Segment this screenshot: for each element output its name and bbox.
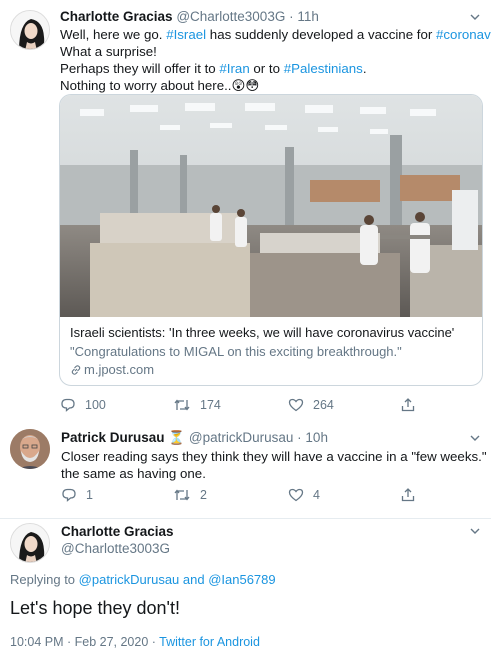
tweet-line: Nothing to worry about here..😲😳 [60,77,491,94]
reply-count: 100 [85,398,106,412]
tweet-focused[interactable]: Charlotte Gracias @Charlotte3003G Replyi… [0,518,491,652]
tweet-text: Closer reading says they think they will… [61,448,491,482]
link-icon [71,365,81,375]
retweet-action[interactable]: 174 [173,397,221,413]
tweet-actions: 1 2 4 [61,487,431,505]
tweet-text: Well, here we go. #Israel has suddenly d… [60,26,491,94]
like-action[interactable]: 4 [288,487,320,503]
author-name[interactable]: Charlotte Gracias [60,9,173,24]
share-action[interactable] [400,487,425,503]
tweet-text-segment: Perhaps they will offer it to [60,61,220,76]
mention-link[interactable]: @patrickDurusau [79,572,180,587]
replying-and: and [179,572,209,587]
tweet-text-segment: What a surprise! [60,44,157,59]
replying-prefix: Replying to [10,572,79,587]
avatar-portrait-icon [11,11,49,49]
like-count: 264 [313,398,334,412]
separator-dot: · [148,635,160,649]
tweet-actions: 100 174 264 [60,397,430,415]
tweet-line: What a surprise! [60,43,491,60]
heart-icon [288,488,304,502]
tweet-source-link[interactable]: Twitter for Android [159,635,260,649]
tweet-line: Perhaps they will offer it to #Iran or t… [60,60,491,77]
hashtag-link[interactable]: #Israel [166,27,206,42]
tweet-line: Closer reading says they think they will… [61,449,491,464]
like-action[interactable]: 264 [288,397,334,413]
retweet-icon [174,489,190,501]
card-domain: m.jpost.com [70,362,154,377]
share-action[interactable] [400,397,425,413]
replying-to: Replying to @patrickDurusau and @Ian5678… [10,572,276,587]
tweet-text-segment: Nothing to worry about here..😲😳 [60,78,260,93]
share-icon [401,398,415,412]
tweet-reply[interactable]: Patrick Durusau ⏳ @patrickDurusau · 10h … [0,421,491,518]
lab-photo-image [60,95,482,317]
tweet-line: the same as having one. [61,466,206,481]
author-name[interactable]: Charlotte Gracias [61,524,174,539]
share-icon [401,488,415,502]
tweet-header: Patrick Durusau ⏳ @patrickDurusau · 10h [61,430,328,446]
avatar[interactable] [10,10,50,50]
hashtag-link[interactable]: #Iran [219,61,249,76]
author-handle[interactable]: @Charlotte3003G [61,541,170,556]
timestamp[interactable]: 10:04 PM · Feb 27, 2020 [10,635,148,649]
author-handle[interactable]: @Charlotte3003G [176,9,285,24]
avatar-portrait-icon [11,524,49,562]
tweet-original[interactable]: Charlotte Gracias @Charlotte3003G · 11h … [0,0,491,421]
author-name[interactable]: Patrick Durusau [61,430,165,445]
chevron-down-icon[interactable] [468,431,482,445]
mention-link[interactable]: @Ian56789 [208,572,275,587]
tweet-time[interactable]: 11h [297,9,319,24]
heart-icon [288,398,304,412]
reply-count: 1 [86,488,93,502]
chevron-down-icon[interactable] [468,10,482,24]
tweet-meta: 10:04 PM · Feb 27, 2020 · Twitter for An… [10,635,260,649]
tweet-text-segment: or to [249,61,284,76]
hourglass-icon: ⏳ [168,430,186,445]
reply-icon [62,488,76,502]
retweet-count: 2 [200,488,207,502]
tweet-text: Let's hope they don't! [10,598,180,618]
link-preview-card[interactable]: Israeli scientists: 'In three weeks, we … [59,94,483,386]
reply-action[interactable]: 1 [61,487,93,503]
hashtag-link[interactable]: #coronavirus [436,27,491,42]
avatar[interactable] [10,429,50,469]
reply-action[interactable]: 100 [60,397,106,413]
avatar[interactable] [10,523,50,563]
tweet-line: Well, here we go. #Israel has suddenly d… [60,26,491,43]
retweet-count: 174 [200,398,221,412]
like-count: 4 [313,488,320,502]
chevron-down-icon[interactable] [468,524,482,538]
tweet-text-segment: Well, here we go. [60,27,167,42]
separator-dot: · [297,430,302,445]
tweet-time[interactable]: 10h [305,430,328,445]
card-description: "Congratulations to MIGAL on this exciti… [70,344,402,359]
avatar-portrait-icon [10,429,50,469]
card-title: Israeli scientists: 'In three weeks, we … [70,325,455,340]
author-handle[interactable]: @patrickDurusau [189,430,294,445]
reply-icon [61,398,75,412]
retweet-action[interactable]: 2 [173,487,207,503]
retweet-icon [174,399,190,411]
tweet-text-segment: has suddenly developed a vaccine for [206,27,437,42]
card-domain-text: m.jpost.com [84,362,155,377]
tweet-header: Charlotte Gracias @Charlotte3003G · 11h [60,9,319,24]
separator-dot: · [289,9,294,24]
hashtag-link[interactable]: #Palestinians [284,61,363,76]
tweet-text-segment: . [362,61,367,76]
